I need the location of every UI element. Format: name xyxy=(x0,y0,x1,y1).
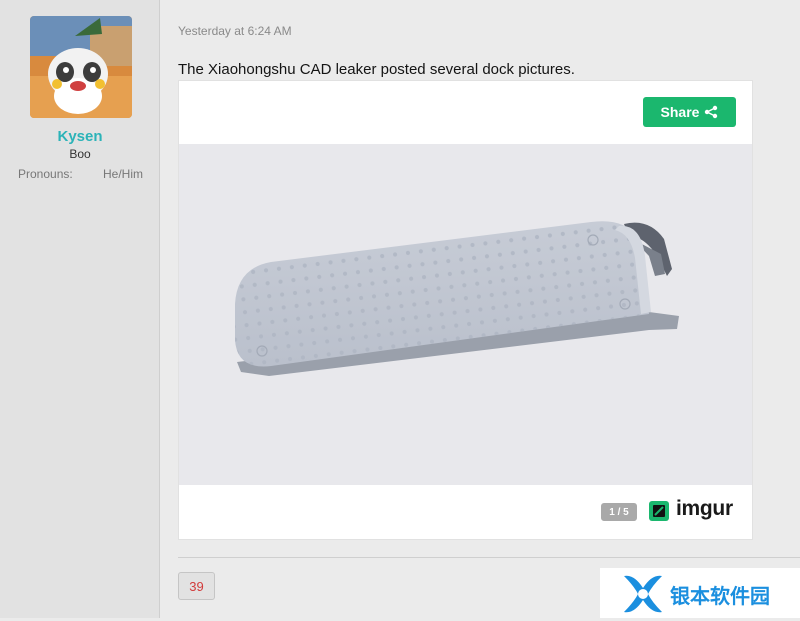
share-button[interactable]: Share xyxy=(643,97,736,127)
post-timestamp[interactable]: Yesterday at 6:24 AM xyxy=(178,24,292,38)
embedded-image[interactable] xyxy=(179,144,752,485)
avatar[interactable] xyxy=(30,16,132,118)
user-sidebar: Kysen Boo Pronouns: He/Him xyxy=(0,0,160,618)
share-icon xyxy=(704,105,718,119)
reaction-count-button[interactable]: 39 xyxy=(178,572,215,600)
username[interactable]: Kysen xyxy=(0,128,160,145)
imgur-logo-icon[interactable] xyxy=(649,501,669,521)
pronouns-value: He/Him xyxy=(102,167,143,181)
user-title: Boo xyxy=(69,147,91,161)
watermark-logo-icon xyxy=(618,572,668,616)
image-pager[interactable]: 1 / 5 xyxy=(601,503,637,521)
share-label: Share xyxy=(660,104,700,120)
imgur-brand[interactable]: imgur xyxy=(676,497,733,521)
watermark: 银本软件园 xyxy=(600,568,800,618)
imgur-embed: Share 1 / 5 imgur xyxy=(178,80,753,540)
post-message: The Xiaohongshu CAD leaker posted severa… xyxy=(178,61,575,78)
watermark-text: 银本软件园 xyxy=(670,584,770,608)
pronouns-label: Pronouns: xyxy=(18,167,73,181)
post-divider xyxy=(178,557,800,558)
